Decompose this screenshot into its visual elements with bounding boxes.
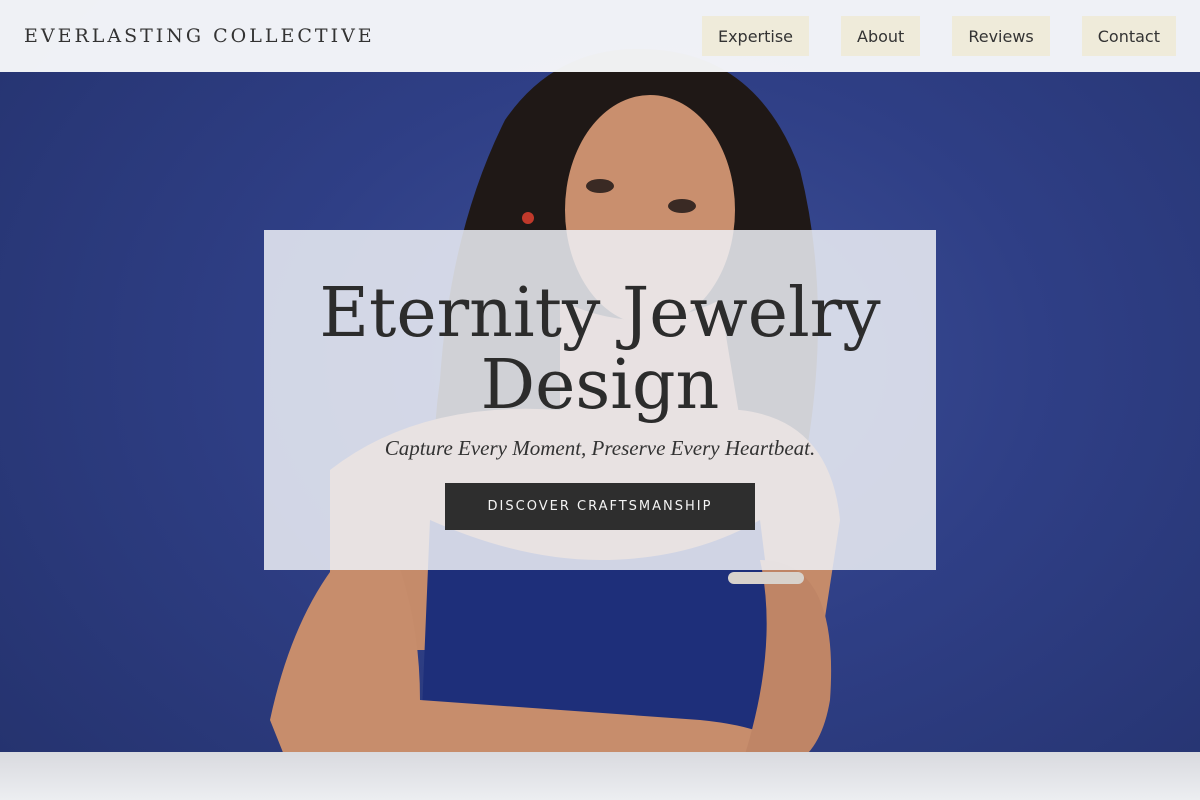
discover-craftsmanship-button[interactable]: DISCOVER CRAFTSMANSHIP [445,483,755,530]
site-header: EVERLASTING COLLECTIVE Expertise About R… [0,0,1200,72]
table-surface [0,752,1200,800]
hero-card: Eternity Jewelry Design Capture Every Mo… [264,230,936,570]
hero-title: Eternity Jewelry Design [319,274,881,425]
nav-item-contact[interactable]: Contact [1081,16,1176,56]
main-nav: Expertise About Reviews Contact [701,16,1176,56]
hero-tagline: Capture Every Moment, Preserve Every Hea… [384,436,816,460]
nav-item-about[interactable]: About [841,16,921,56]
brand-logo[interactable]: EVERLASTING COLLECTIVE [24,25,375,47]
nav-item-reviews[interactable]: Reviews [952,16,1050,56]
nav-item-expertise[interactable]: Expertise [701,16,810,56]
